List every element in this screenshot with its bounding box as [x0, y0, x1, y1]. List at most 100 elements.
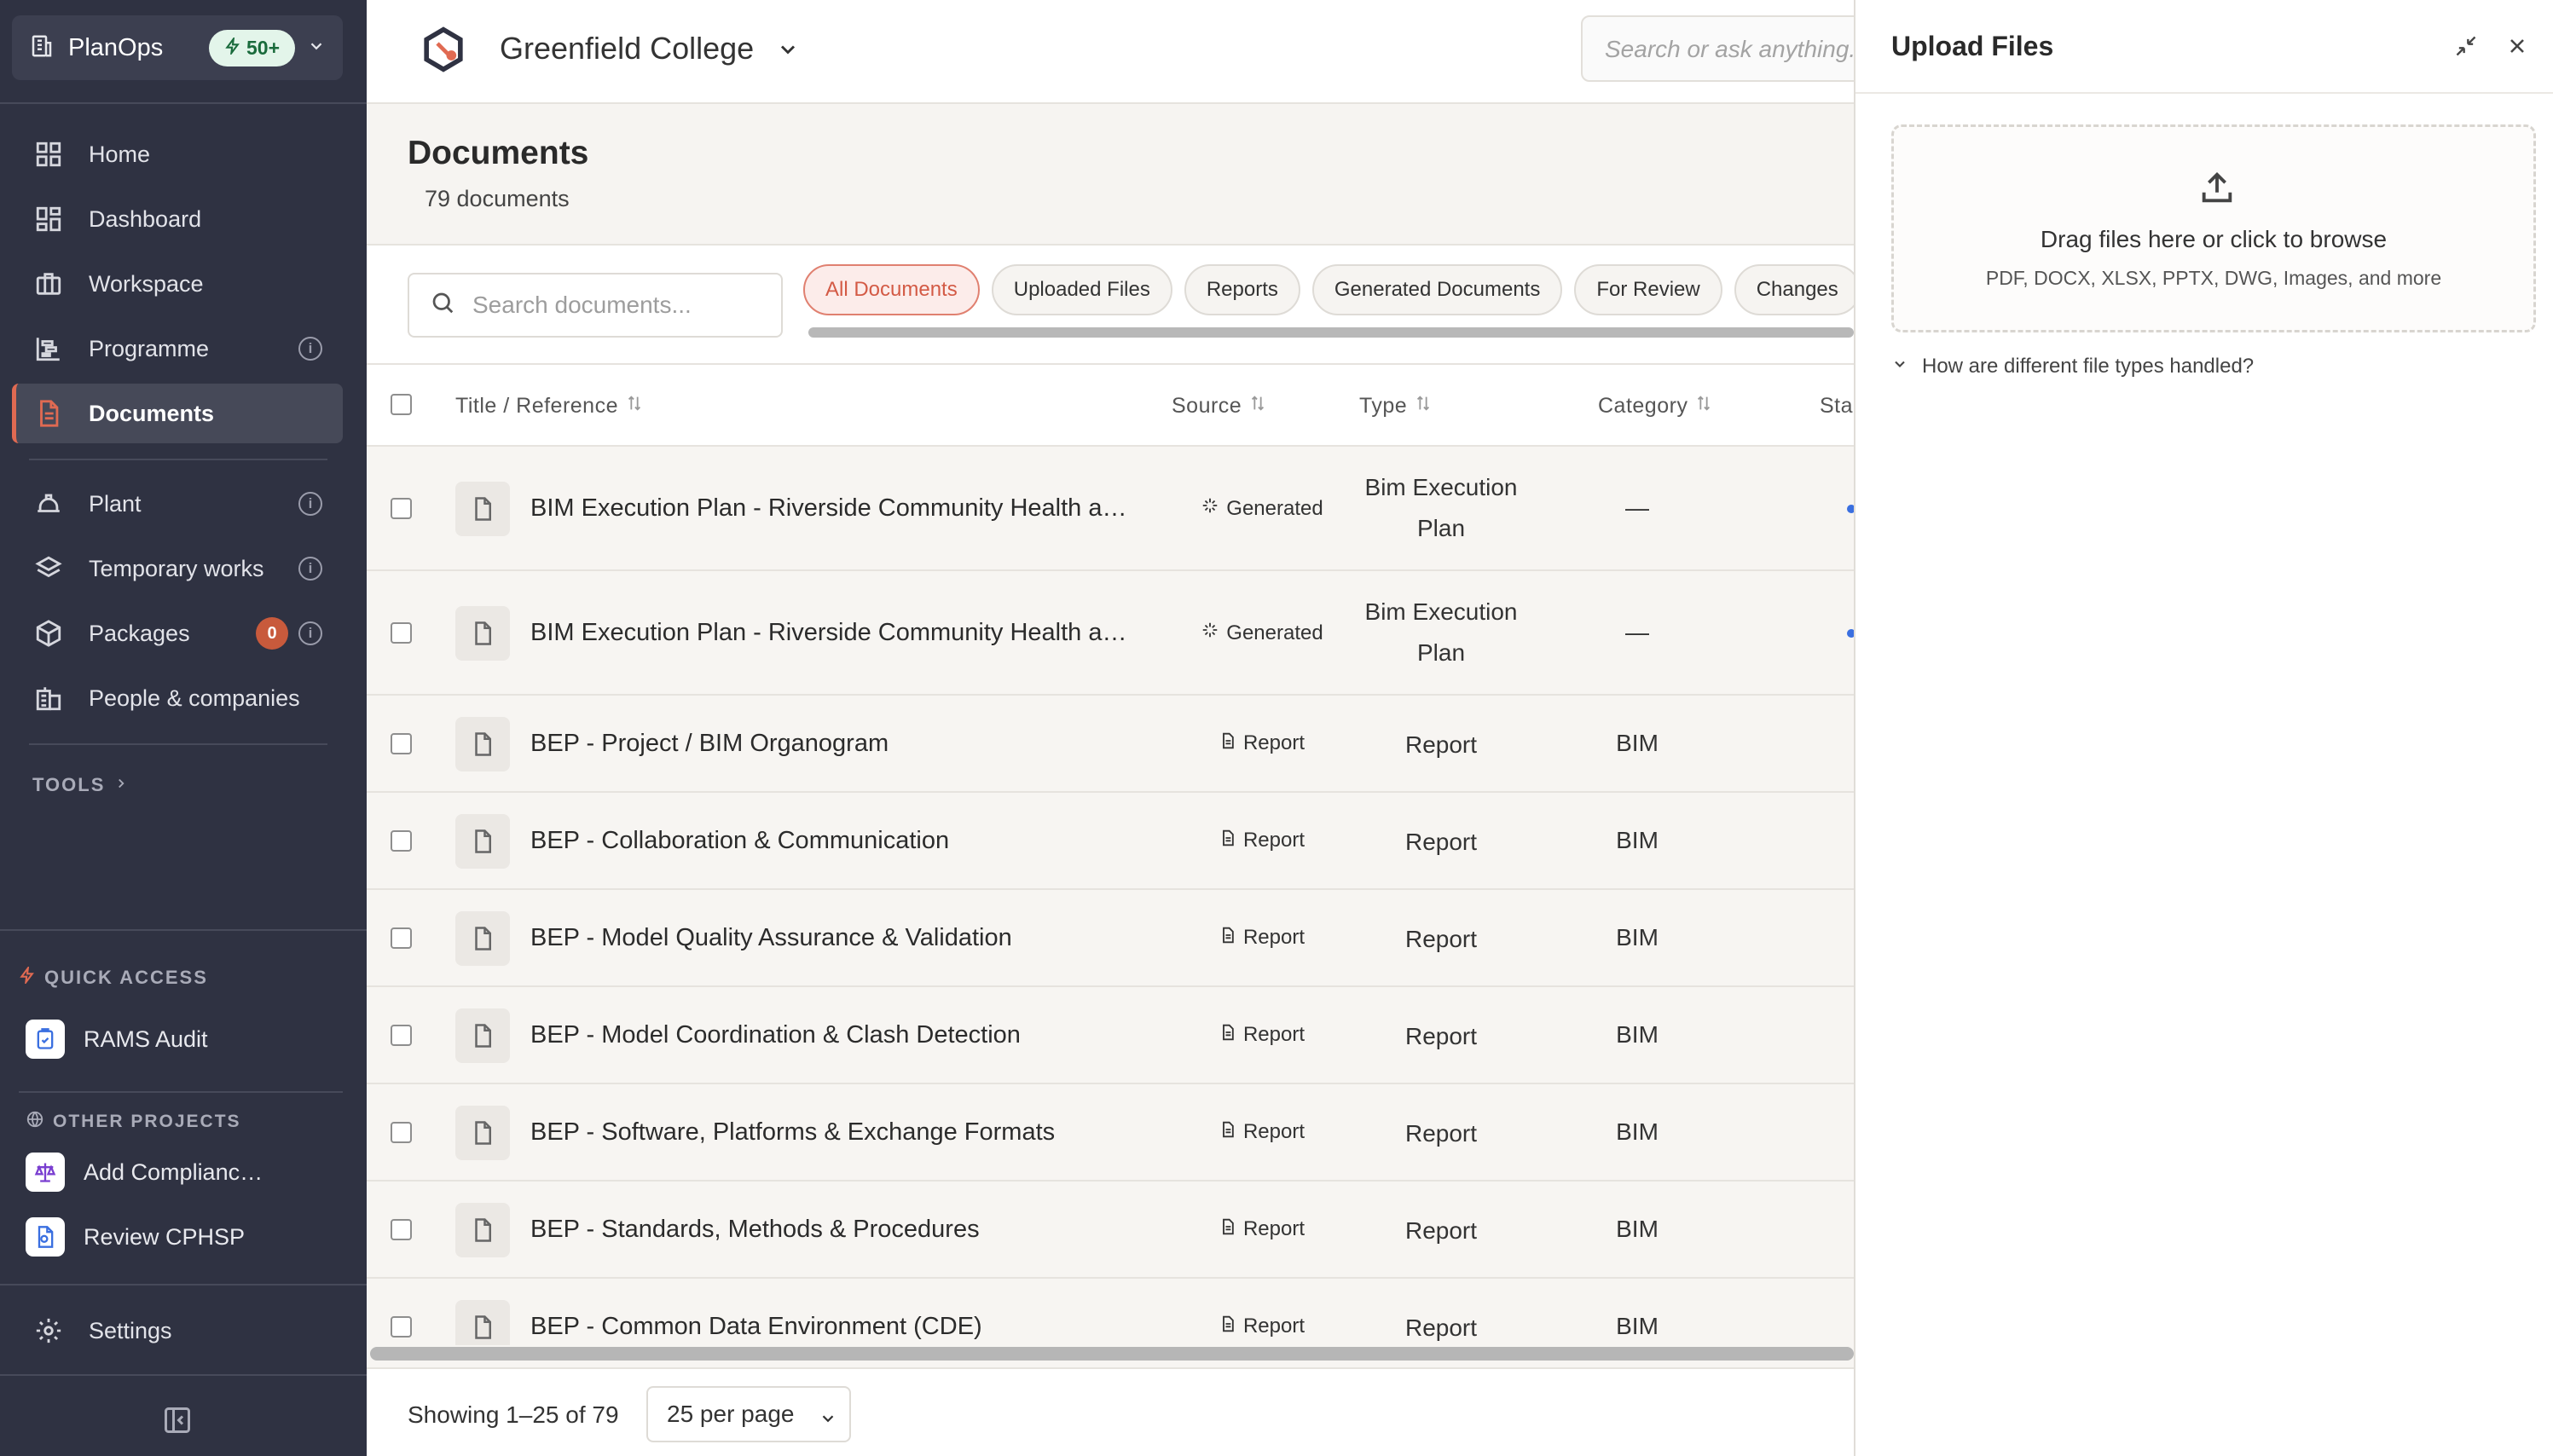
row-checkbox[interactable] [391, 1122, 412, 1143]
row-title[interactable]: BIM Execution Plan - Riverside Community… [530, 619, 1136, 647]
row-checkbox[interactable] [391, 1316, 412, 1338]
row-title[interactable]: BEP - Standards, Methods & Procedures [530, 1216, 980, 1244]
row-title[interactable]: BEP - Model Quality Assurance & Validati… [530, 924, 1012, 952]
filter-generated-documents[interactable]: Generated Documents [1311, 264, 1563, 315]
company-logo-icon[interactable] [420, 26, 467, 78]
select-all-checkbox[interactable] [391, 394, 412, 415]
table-row[interactable]: BEP - Common Data Environment (CDE) Repo… [367, 1279, 1854, 1345]
pagination-summary: Showing 1–25 of 79 [408, 1401, 619, 1428]
nav-packages[interactable]: Packages 0 i [12, 604, 343, 663]
collapse-sidebar-icon[interactable] [162, 1405, 193, 1440]
nav-plant[interactable]: Plant i [12, 474, 343, 534]
row-checkbox[interactable] [391, 1025, 412, 1046]
category-cell: BIM [1616, 924, 1659, 950]
project-name[interactable]: Greenfield College [500, 31, 754, 66]
table-row[interactable]: BEP - Project / BIM Organogram Report Re… [367, 696, 1854, 793]
chevron-down-icon[interactable] [776, 38, 800, 66]
project-add-compliance[interactable]: Add Complianc… [26, 1153, 263, 1192]
filter-changes[interactable]: Changes [1734, 264, 1861, 315]
per-page-select[interactable]: 25 per page [646, 1386, 851, 1442]
row-title[interactable]: BEP - Common Data Environment (CDE) [530, 1313, 982, 1341]
quick-access-rams-audit[interactable]: RAMS Audit [26, 1020, 208, 1059]
lightning-icon [19, 964, 36, 989]
nav-label: Home [89, 141, 151, 167]
close-icon[interactable] [2502, 31, 2533, 61]
workspace-switcher[interactable]: PlanOps 50+ [12, 15, 343, 80]
file-dropzone[interactable]: Drag files here or click to browse PDF, … [1891, 124, 2536, 332]
info-icon[interactable]: i [298, 621, 322, 645]
row-checkbox[interactable] [391, 1219, 412, 1240]
table-row[interactable]: BIM Execution Plan - Riverside Community… [367, 571, 1854, 696]
nav-label: Temporary works [89, 555, 264, 581]
source-label: Report [1242, 731, 1305, 754]
row-checkbox[interactable] [391, 927, 412, 949]
info-icon[interactable]: i [298, 492, 322, 516]
nav-temporary-works[interactable]: Temporary works i [12, 539, 343, 598]
nav-dashboard[interactable]: Dashboard [12, 189, 343, 249]
row-title[interactable]: BIM Execution Plan - Riverside Community… [530, 494, 1136, 523]
table-horizontal-scrollbar[interactable] [370, 1347, 1854, 1361]
tools-toggle[interactable]: TOOLS [32, 774, 129, 796]
sort-icon [1694, 394, 1713, 419]
file-icon [455, 1106, 510, 1160]
document-review-icon [26, 1217, 65, 1257]
nav-programme[interactable]: Programme i [12, 319, 343, 378]
filter-uploaded-files[interactable]: Uploaded Files [991, 264, 1172, 315]
table-row[interactable]: BEP - Model Coordination & Clash Detecti… [367, 987, 1854, 1084]
row-checkbox[interactable] [391, 498, 412, 519]
nav-workspace[interactable]: Workspace [12, 254, 343, 314]
column-label: Source [1172, 394, 1242, 418]
source-badge: Report [1185, 1314, 1339, 1338]
column-title[interactable]: Title / Reference [455, 394, 644, 419]
search-placeholder: Search documents... [472, 292, 692, 318]
column-type[interactable]: Type [1359, 394, 1433, 419]
file-icon [455, 1300, 510, 1345]
column-label: Category [1598, 394, 1688, 418]
info-icon[interactable]: i [298, 557, 322, 581]
nav-documents[interactable]: Documents [12, 384, 343, 443]
credits-badge[interactable]: 50+ [208, 29, 295, 66]
filter-all-documents[interactable]: All Documents [803, 264, 980, 315]
sparkle-icon [1201, 621, 1219, 645]
upload-panel-header: Upload Files [1855, 0, 2553, 94]
other-projects-heading: OTHER PROJECTS [26, 1110, 241, 1134]
table-row[interactable]: BEP - Model Quality Assurance & Validati… [367, 890, 1854, 987]
column-status[interactable]: Sta [1820, 394, 1853, 419]
source-badge: Report [1185, 1023, 1339, 1047]
nav-people-companies[interactable]: People & companies [12, 668, 343, 728]
nav-home[interactable]: Home [12, 124, 343, 184]
table-row[interactable]: BIM Execution Plan - Riverside Community… [367, 447, 1854, 571]
filter-scrollbar[interactable] [808, 327, 1854, 338]
nav-settings[interactable]: Settings [12, 1301, 343, 1361]
column-category[interactable]: Category [1598, 394, 1713, 419]
info-icon[interactable]: i [298, 337, 322, 361]
row-checkbox[interactable] [391, 830, 412, 852]
chevron-down-icon[interactable] [307, 37, 326, 60]
table-row[interactable]: BEP - Standards, Methods & Procedures Re… [367, 1182, 1854, 1279]
table-row[interactable]: BEP - Software, Platforms & Exchange For… [367, 1084, 1854, 1182]
search-icon [430, 290, 455, 321]
document-search-input[interactable]: Search documents... [408, 273, 783, 338]
divider [19, 1091, 343, 1093]
document-icon [32, 397, 65, 430]
row-checkbox[interactable] [391, 733, 412, 754]
file-icon [455, 482, 510, 536]
row-title[interactable]: BEP - Software, Platforms & Exchange For… [530, 1118, 1055, 1147]
file-icon [455, 717, 510, 771]
row-title[interactable]: BEP - Collaboration & Communication [530, 827, 949, 855]
project-review-cphsp[interactable]: Review CPHSP [26, 1217, 245, 1257]
credits-count: 50+ [246, 36, 280, 59]
filter-reports[interactable]: Reports [1184, 264, 1300, 315]
minimize-icon[interactable] [2451, 31, 2481, 61]
report-icon [1219, 926, 1236, 950]
documents-header: Documents 79 documents [367, 104, 1854, 246]
row-title[interactable]: BEP - Project / BIM Organogram [530, 730, 889, 758]
quick-access-label: QUICK ACCESS [44, 967, 208, 988]
row-checkbox[interactable] [391, 622, 412, 644]
column-label: Title / Reference [455, 394, 618, 418]
column-source[interactable]: Source [1172, 394, 1267, 419]
file-types-faq-toggle[interactable]: How are different file types handled? [1891, 355, 2254, 378]
table-row[interactable]: BEP - Collaboration & Communication Repo… [367, 793, 1854, 890]
row-title[interactable]: BEP - Model Coordination & Clash Detecti… [530, 1021, 1021, 1049]
filter-for-review[interactable]: For Review [1574, 264, 1722, 315]
